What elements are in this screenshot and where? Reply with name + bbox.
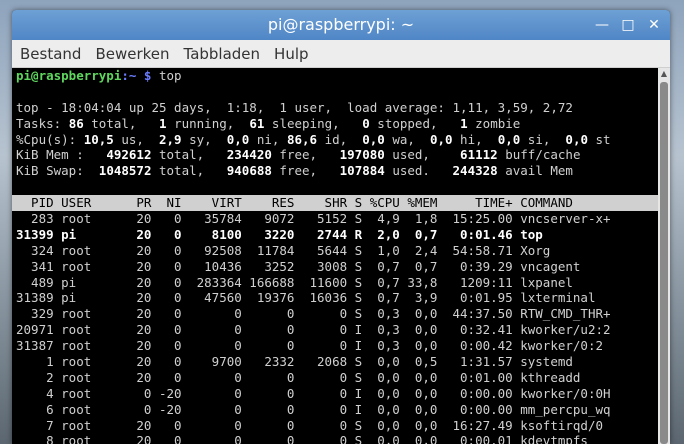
cpu-wa: 0,0 xyxy=(362,131,385,147)
tasks-label: Tasks: xyxy=(16,115,69,131)
cpu-sy-label: sy, xyxy=(181,131,227,147)
scrollbar-thumb[interactable] xyxy=(660,82,668,444)
table-row: 2 root 20 0 0 0 0 S 0,0 0,0 0:01.00 kthr… xyxy=(16,369,581,385)
prompt-line: pi@raspberrypi:~ $ top xyxy=(16,68,658,84)
mem-cache: 61112 xyxy=(460,147,498,163)
cpu-si-label: si, xyxy=(520,131,566,147)
table-row: 31389 pi 20 0 47560 19376 16036 S 0,7 3,… xyxy=(16,290,596,306)
mem-label: KiB Mem : xyxy=(16,147,107,163)
swap-used: 107884 xyxy=(339,163,385,179)
cpu-wa-label: wa, xyxy=(384,131,430,147)
cpu-id: 86,6 xyxy=(286,131,318,147)
mem-used: 197080 xyxy=(339,147,385,163)
tasks-line: Tasks: 86 total, 1 running, 61 sleeping,… xyxy=(16,116,658,132)
top-uptime-line: top - 18:04:04 up 25 days, 1:18, 1 user,… xyxy=(16,99,573,115)
table-row: 489 pi 20 0 283364 166688 11600 S 0,7 33… xyxy=(16,274,573,290)
tasks-stopped: 0 xyxy=(362,115,370,131)
process-table-header: PID USER PR NI VIRT RES SHR S %CPU %MEM … xyxy=(12,195,658,212)
window-title: pi@raspberrypi: ~ xyxy=(267,15,415,34)
window-controls: — □ ✕ xyxy=(594,10,662,40)
table-row: 324 root 20 0 92508 11784 5644 S 1,0 2,4… xyxy=(16,242,551,258)
swap-label: KiB Swap: xyxy=(16,163,99,179)
mem-total: 492612 xyxy=(106,147,152,163)
tasks-sleeping-label: sleeping, xyxy=(264,115,363,131)
cpu-us: 10,5 xyxy=(83,131,114,147)
mem-total-label: total, xyxy=(151,147,227,163)
swap-total-label: total, xyxy=(151,163,227,179)
mem-cache-label: buff/cache xyxy=(497,147,581,163)
tasks-zombie: 1 xyxy=(460,115,468,131)
table-row: 6 root 0 -20 0 0 0 I 0,0 0,0 0:00.00 mm_… xyxy=(16,401,611,417)
table-row: 1 root 20 0 9700 2332 2068 S 0,0 0,5 1:3… xyxy=(16,354,573,370)
cpu-si: 0,0 xyxy=(497,131,521,147)
prompt-path: :~ $ xyxy=(121,68,159,83)
tasks-running-label: running, xyxy=(166,115,250,131)
cpu-sy: 2,9 xyxy=(159,131,182,147)
tasks-running: 1 xyxy=(159,115,167,131)
table-row: 329 root 20 0 0 0 0 S 0,3 0,0 44:37.50 R… xyxy=(16,306,611,322)
table-row: 7 root 20 0 0 0 0 S 0,0 0,0 16:27.49 kso… xyxy=(16,417,603,433)
scroll-up-arrow-icon[interactable]: ▲ xyxy=(658,68,670,80)
prompt-command: top xyxy=(159,68,182,83)
cpu-us-label: us, xyxy=(113,131,159,147)
menu-tabbladen[interactable]: Tabbladen xyxy=(184,45,261,63)
menu-hulp[interactable]: Hulp xyxy=(274,45,308,63)
mem-free-label: free, xyxy=(271,147,340,163)
table-row: 31399 pi 20 0 8100 3220 2744 R 2,0 0,7 0… xyxy=(16,226,543,242)
mem-used-label: used, xyxy=(384,147,461,163)
menu-bar: Bestand Bewerken Tabbladen Hulp xyxy=(12,40,670,68)
cpu-line: %Cpu(s): 10,5 us, 2,9 sy, 0,0 ni, 86,6 i… xyxy=(16,132,658,148)
title-bar[interactable]: pi@raspberrypi: ~ — □ ✕ xyxy=(12,10,670,40)
cpu-label: %Cpu(s): xyxy=(16,131,84,147)
mem-free: 234420 xyxy=(226,147,272,163)
tasks-zombie-label: zombie xyxy=(467,115,521,131)
tasks-total: 86 xyxy=(68,115,84,131)
swap-total: 1048572 xyxy=(98,163,152,179)
swap-avail-label: avail Mem xyxy=(497,163,573,179)
maximize-icon[interactable]: □ xyxy=(620,17,636,33)
cpu-st: 0,0 xyxy=(565,131,588,147)
swap-used-label: used. xyxy=(384,163,453,179)
cpu-ni: 0,0 xyxy=(226,131,250,147)
table-row: 283 root 20 0 35784 9072 5152 S 4,9 1,8 … xyxy=(16,211,611,227)
cpu-hi: 0,0 xyxy=(429,131,453,147)
cpu-st-label: st xyxy=(588,131,611,147)
cpu-hi-label: hi, xyxy=(452,131,498,147)
menu-bestand[interactable]: Bestand xyxy=(20,45,81,63)
terminal-output[interactable]: pi@raspberrypi:~ $ top top - 18:04:04 up… xyxy=(12,68,658,444)
prompt-user-host: pi@raspberrypi xyxy=(16,68,122,83)
cpu-ni-label: ni, xyxy=(249,131,287,147)
vertical-scrollbar[interactable]: ▲ xyxy=(658,68,670,444)
minimize-icon[interactable]: — xyxy=(594,17,610,33)
tasks-total-label: total, xyxy=(83,115,160,131)
close-icon[interactable]: ✕ xyxy=(646,17,662,33)
tasks-stopped-label: stopped, xyxy=(369,115,461,131)
terminal-window: pi@raspberrypi: ~ — □ ✕ Bestand Bewerken… xyxy=(12,10,670,444)
table-row: 8 root 20 0 0 0 0 S 0,0 0,0 0:00.01 kdev… xyxy=(16,433,588,444)
table-row: 4 root 0 -20 0 0 0 I 0,0 0,0 0:00.00 kwo… xyxy=(16,385,611,401)
menu-bewerken[interactable]: Bewerken xyxy=(95,45,169,63)
table-row: 341 root 20 0 10436 3252 3008 S 0,7 0,7 … xyxy=(16,258,581,274)
swap-free: 940688 xyxy=(226,163,272,179)
swap-line: KiB Swap: 1048572 total, 940688 free, 10… xyxy=(16,163,658,179)
swap-free-label: free, xyxy=(271,163,340,179)
tasks-sleeping: 61 xyxy=(249,115,265,131)
table-row: 31387 root 20 0 0 0 0 I 0,3 0,0 0:00.42 … xyxy=(16,338,603,354)
cpu-id-label: id, xyxy=(317,131,363,147)
table-row: 20971 root 20 0 0 0 0 I 0,3 0,0 0:32.41 … xyxy=(16,322,611,338)
swap-avail: 244328 xyxy=(452,163,498,179)
mem-line: KiB Mem : 492612 total, 234420 free, 197… xyxy=(16,147,658,163)
